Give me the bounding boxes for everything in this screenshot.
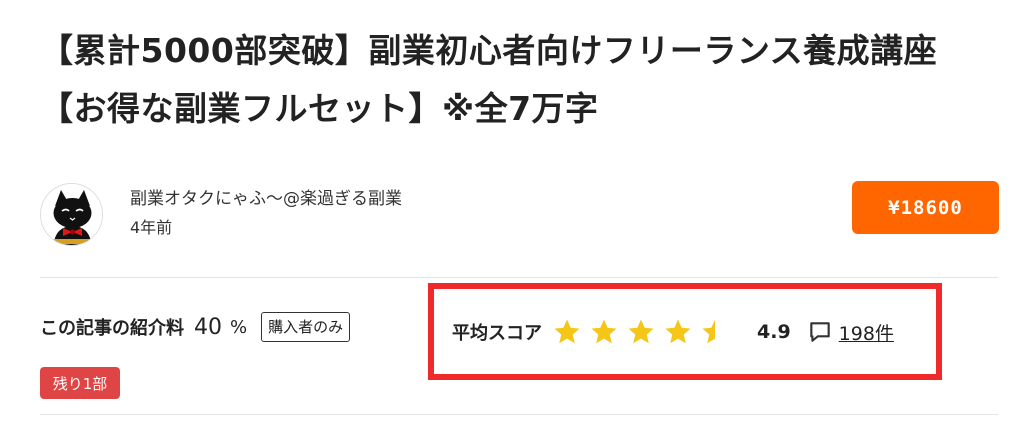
remaining-stock-badge: 残り1部 — [40, 367, 120, 399]
star-rating — [552, 317, 737, 347]
post-date: 4年前 — [130, 218, 173, 237]
divider-bottom — [40, 414, 998, 415]
buy-price-button[interactable]: ¥18600 — [852, 181, 999, 234]
divider-top — [40, 277, 998, 278]
average-score-highlight: 平均スコア 4.9 198件 — [428, 283, 942, 380]
star-full-icon — [591, 319, 617, 344]
score-value: 4.9 — [757, 321, 791, 343]
black-cat-avatar-icon — [41, 184, 102, 245]
author-avatar[interactable] — [40, 183, 103, 246]
author-section: 副業オタクにゃふ～@楽過ぎる副業 4年前 ¥18600 — [40, 178, 1000, 248]
article-title: 【累計5000部突破】副業初心者向けフリーランス養成講座【お得な副業フルセット】… — [40, 31, 938, 128]
buyers-only-badge: 購入者のみ — [261, 312, 351, 342]
average-score: 平均スコア 4.9 198件 — [452, 317, 894, 347]
star-full-icon — [665, 319, 691, 344]
star-full-icon — [554, 319, 580, 344]
affiliate-unit: % — [230, 316, 248, 338]
affiliate-fee: この記事の紹介料 40 % 購入者のみ — [40, 312, 351, 342]
star-half-icon — [702, 319, 728, 344]
review-count-link[interactable]: 198件 — [839, 319, 894, 346]
affiliate-label: この記事の紹介料 — [40, 318, 184, 339]
star-full-icon — [628, 319, 654, 344]
author-name[interactable]: 副業オタクにゃふ～@楽過ぎる副業 — [130, 184, 402, 209]
score-label: 平均スコア — [452, 323, 542, 344]
comment-icon — [809, 322, 830, 342]
affiliate-value: 40 — [194, 314, 222, 340]
